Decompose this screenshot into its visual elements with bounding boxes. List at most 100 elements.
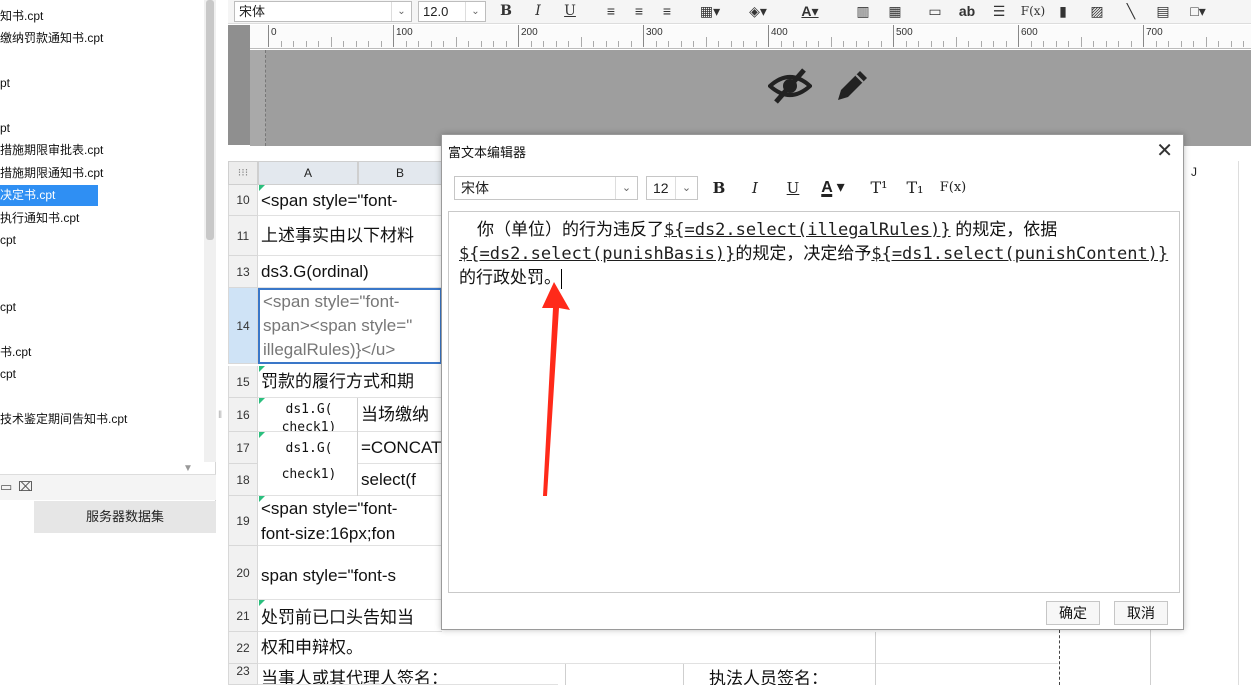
cell-a22[interactable]: 权和申辩权。 bbox=[258, 632, 1058, 664]
row-header-13[interactable]: 13 bbox=[228, 256, 258, 288]
file-item[interactable]: 缴纳罚款通知书.cpt bbox=[0, 28, 103, 49]
italic-button[interactable]: I bbox=[528, 1, 548, 22]
align-center-icon[interactable]: ≡ bbox=[628, 1, 650, 22]
ruler-minor-tick bbox=[730, 41, 732, 47]
editor-italic-button[interactable]: I bbox=[744, 177, 766, 199]
confirm-button[interactable]: 确定 bbox=[1046, 601, 1100, 625]
cell-b16[interactable]: 当场缴纳 bbox=[358, 398, 442, 432]
column-header-b[interactable]: B bbox=[358, 161, 442, 185]
column-header-a[interactable]: A bbox=[258, 161, 358, 185]
cell-a16[interactable]: ds1.G( check1) bbox=[258, 398, 357, 432]
table-icon[interactable]: ▦ bbox=[884, 1, 906, 22]
chart-icon[interactable]: ▮ bbox=[1052, 1, 1074, 22]
file-item[interactable]: cpt bbox=[0, 364, 16, 385]
row-header-21[interactable]: 21 bbox=[228, 600, 258, 632]
dataset-icon[interactable]: ▭ bbox=[0, 479, 16, 495]
text-widget-button[interactable]: ab bbox=[954, 1, 980, 22]
ruler-minor-tick bbox=[1230, 41, 1232, 47]
close-icon[interactable]: ✕ bbox=[1156, 138, 1173, 163]
scrollbar-thumb[interactable] bbox=[206, 0, 214, 240]
ruler-minor-tick bbox=[1180, 41, 1182, 47]
row-header-19[interactable]: 19 bbox=[228, 496, 258, 546]
fill-color-icon[interactable]: ◈▾ bbox=[742, 1, 774, 22]
editor-font-size-select[interactable]: 12 ⌄ bbox=[646, 176, 698, 200]
formula-illegal-rules[interactable]: ${=ds2.select(illegalRules)} bbox=[664, 220, 951, 240]
cell-signature-officer[interactable]: 执法人员签名： bbox=[706, 664, 876, 685]
cell-a23[interactable]: 当事人或其代理人签名： bbox=[258, 664, 558, 685]
file-item[interactable]: 书.cpt bbox=[0, 342, 31, 363]
frame-icon[interactable]: □▾ bbox=[1182, 1, 1214, 22]
cell-a16-line1: ds1.G( bbox=[285, 402, 333, 417]
cell-a17[interactable]: ds1.G( check1) bbox=[258, 432, 357, 496]
ruler-minor-tick bbox=[955, 37, 957, 47]
row-header-20[interactable]: 20 bbox=[228, 546, 258, 600]
cell-a19[interactable]: <span style="font- font-size:16px;fon bbox=[258, 496, 442, 546]
cancel-button[interactable]: 取消 bbox=[1114, 601, 1168, 625]
file-item[interactable]: pt bbox=[0, 73, 10, 94]
merge-cells-icon[interactable]: ▥ bbox=[852, 1, 874, 22]
ruler-minor-tick bbox=[630, 41, 632, 47]
cell-a21[interactable]: 处罚前已口头告知当 bbox=[258, 600, 442, 632]
pencil-icon[interactable] bbox=[832, 66, 872, 106]
file-item[interactable]: 措施期限通知书.cpt bbox=[0, 163, 103, 184]
text-field-icon[interactable]: ▭ bbox=[924, 1, 946, 22]
formula-button[interactable]: F(x) bbox=[1018, 1, 1048, 22]
row-header-23[interactable]: 23 bbox=[228, 664, 258, 685]
row-header-18[interactable]: 18 bbox=[228, 464, 258, 496]
diagonal-line-icon[interactable]: ╲ bbox=[1120, 1, 1142, 22]
file-item-selected[interactable]: 决定书.cpt bbox=[0, 185, 98, 207]
cell-a10[interactable]: <span style="font- bbox=[258, 185, 442, 216]
editor-font-color-icon[interactable]: A ▾ bbox=[816, 177, 850, 199]
grid-vertical-scrollbar[interactable] bbox=[1238, 161, 1251, 685]
file-item[interactable]: pt bbox=[0, 118, 10, 139]
edit-dataset-icon[interactable]: ⌧ bbox=[18, 479, 34, 495]
row-header-22[interactable]: 22 bbox=[228, 632, 258, 664]
cell-b18[interactable]: select(f bbox=[358, 464, 442, 496]
cell-a15[interactable]: 罚款的履行方式和期 bbox=[258, 366, 442, 398]
file-list-scrollbar[interactable] bbox=[204, 0, 216, 462]
underline-button[interactable]: U bbox=[560, 1, 580, 22]
editor-bold-button[interactable]: B bbox=[708, 177, 730, 199]
row-header-16[interactable]: 16 bbox=[228, 398, 258, 432]
cell-b17[interactable]: =CONCATE bbox=[358, 432, 442, 464]
row-header-14[interactable]: 14 bbox=[228, 288, 258, 364]
row-header-11[interactable]: 11 bbox=[228, 216, 258, 256]
align-right-icon[interactable]: ≡ bbox=[656, 1, 678, 22]
row-header-17[interactable]: 17 bbox=[228, 432, 258, 464]
editor-underline-button[interactable]: U bbox=[782, 177, 804, 199]
border-icon[interactable]: ▦▾ bbox=[694, 1, 726, 22]
file-item[interactable]: cpt bbox=[0, 297, 16, 318]
cell-a13[interactable]: ds3.G(ordinal) bbox=[258, 256, 442, 288]
file-item[interactable]: cpt bbox=[0, 230, 16, 251]
file-item[interactable]: 技术鉴定期间告知书.cpt bbox=[0, 409, 127, 430]
cell-a14-selected[interactable]: <span style="font- span><span style=" il… bbox=[258, 288, 442, 364]
cell-a20[interactable]: span style="font-s bbox=[258, 546, 442, 600]
collapse-arrow-icon[interactable]: ▼ bbox=[183, 463, 193, 474]
editor-superscript-button[interactable]: T¹ bbox=[864, 177, 894, 199]
editor-formula-button[interactable]: F(x) bbox=[938, 177, 968, 199]
panel-splitter[interactable]: ‖ bbox=[218, 410, 222, 421]
formula-punish-content[interactable]: ${=ds1.select(punishContent)} bbox=[871, 244, 1168, 264]
select-all-corner[interactable]: ⁝⁝⁝ bbox=[228, 161, 258, 185]
row-header-15[interactable]: 15 bbox=[228, 366, 258, 398]
eye-hidden-icon[interactable] bbox=[768, 66, 812, 106]
rich-text-icon[interactable]: ☰ bbox=[988, 1, 1010, 22]
file-item[interactable]: 知书.cpt bbox=[0, 6, 43, 27]
bold-button[interactable]: B bbox=[496, 1, 516, 22]
editor-font-family-select[interactable]: 宋体 ⌄ bbox=[454, 176, 638, 200]
file-item[interactable]: 措施期限审批表.cpt bbox=[0, 140, 103, 161]
font-size-select[interactable]: 12.0 ⌄ bbox=[418, 1, 486, 22]
font-family-select[interactable]: 宋体 ⌄ bbox=[234, 1, 412, 22]
ruler-minor-tick bbox=[1030, 41, 1032, 47]
image-icon[interactable]: ▨ bbox=[1086, 1, 1108, 22]
align-left-icon[interactable]: ≡ bbox=[600, 1, 622, 22]
file-item[interactable]: 执行通知书.cpt bbox=[0, 208, 79, 229]
cell-a11[interactable]: 上述事实由以下材料 bbox=[258, 216, 442, 256]
server-dataset-tab[interactable]: 服务器数据集 bbox=[34, 501, 216, 533]
font-color-icon[interactable]: A▾ bbox=[794, 1, 826, 22]
ruler-minor-tick bbox=[843, 41, 844, 47]
formula-punish-basis[interactable]: ${=ds2.select(punishBasis)} bbox=[459, 244, 735, 264]
subreport-icon[interactable]: ▤ bbox=[1152, 1, 1174, 22]
editor-subscript-button[interactable]: T₁ bbox=[900, 177, 930, 199]
row-header-10[interactable]: 10 bbox=[228, 185, 258, 216]
